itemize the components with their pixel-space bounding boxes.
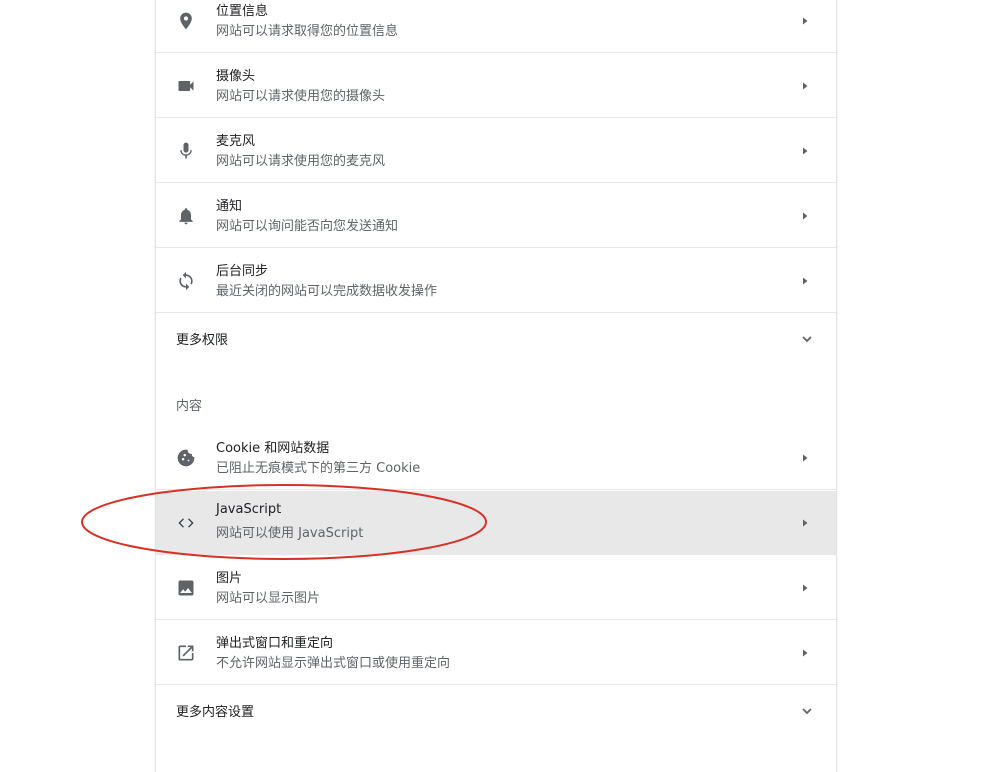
permission-subtitle: 最近关闭的网站可以完成数据收发操作 xyxy=(216,284,438,299)
content-row-javascript[interactable]: JavaScript 网站可以使用 JavaScript xyxy=(156,491,836,555)
content-row-cookies[interactable]: Cookie 和网站数据 已阻止无痕模式下的第三方 Cookie xyxy=(156,426,836,490)
arrow-right-icon xyxy=(800,146,810,156)
chevron-down-icon xyxy=(800,704,814,718)
arrow-right-icon xyxy=(800,583,810,593)
arrow-right-icon xyxy=(800,16,810,26)
more-permissions-label: 更多权限 xyxy=(176,333,229,348)
permission-subtitle: 网站可以询问能否向您发送通知 xyxy=(216,219,399,234)
content-title: Cookie 和网站数据 xyxy=(216,441,330,456)
permission-row-microphone[interactable]: 麦克风 网站可以请求使用您的麦克风 xyxy=(156,119,836,183)
arrow-right-icon xyxy=(800,453,810,463)
more-content-settings-toggle[interactable]: 更多内容设置 xyxy=(156,686,836,734)
arrow-right-icon xyxy=(800,211,810,221)
content-title: 图片 xyxy=(216,571,243,586)
content-row-popups[interactable]: 弹出式窗口和重定向 不允许网站显示弹出式窗口或使用重定向 xyxy=(156,621,836,685)
permission-title: 通知 xyxy=(216,199,243,214)
permission-row-location[interactable]: 位置信息 网站可以请求取得您的位置信息 xyxy=(156,0,836,53)
permission-title: 麦克风 xyxy=(216,134,256,149)
content-title: JavaScript xyxy=(216,502,282,517)
arrow-right-icon xyxy=(800,518,810,528)
code-icon xyxy=(176,513,196,533)
microphone-icon xyxy=(176,141,196,161)
permission-title: 后台同步 xyxy=(216,264,269,279)
cookie-icon xyxy=(176,448,196,468)
more-permissions-toggle[interactable]: 更多权限 xyxy=(156,314,836,362)
image-icon xyxy=(176,578,196,598)
permission-subtitle: 网站可以请求使用您的摄像头 xyxy=(216,89,386,104)
permission-row-notifications[interactable]: 通知 网站可以询问能否向您发送通知 xyxy=(156,184,836,248)
content-subtitle: 不允许网站显示弹出式窗口或使用重定向 xyxy=(216,656,451,671)
permission-title: 摄像头 xyxy=(216,69,256,84)
more-content-settings-label: 更多内容设置 xyxy=(176,705,255,720)
content-row-images[interactable]: 图片 网站可以显示图片 xyxy=(156,556,836,620)
settings-page: 位置信息 网站可以请求取得您的位置信息 摄像头 网站可以请求使用您的摄像头 麦克… xyxy=(0,0,990,772)
permission-row-background-sync[interactable]: 后台同步 最近关闭的网站可以完成数据收发操作 xyxy=(156,249,836,313)
content-subtitle: 网站可以显示图片 xyxy=(216,591,321,606)
content-section-title: 内容 xyxy=(176,399,203,414)
permission-row-camera[interactable]: 摄像头 网站可以请求使用您的摄像头 xyxy=(156,54,836,118)
bell-icon xyxy=(176,206,196,226)
chevron-down-icon xyxy=(800,332,814,346)
arrow-right-icon xyxy=(800,648,810,658)
arrow-right-icon xyxy=(800,276,810,286)
site-settings-card: 位置信息 网站可以请求取得您的位置信息 摄像头 网站可以请求使用您的摄像头 麦克… xyxy=(155,0,837,772)
permission-title: 位置信息 xyxy=(216,4,269,19)
open-in-new-icon xyxy=(176,643,196,663)
content-subtitle: 网站可以使用 JavaScript xyxy=(216,526,364,541)
sync-icon xyxy=(176,271,196,291)
permission-subtitle: 网站可以请求使用您的麦克风 xyxy=(216,154,386,169)
location-pin-icon xyxy=(176,11,196,31)
permission-subtitle: 网站可以请求取得您的位置信息 xyxy=(216,24,399,39)
content-title: 弹出式窗口和重定向 xyxy=(216,636,334,651)
content-subtitle: 已阻止无痕模式下的第三方 Cookie xyxy=(216,461,421,476)
arrow-right-icon xyxy=(800,81,810,91)
camera-icon xyxy=(176,76,196,96)
